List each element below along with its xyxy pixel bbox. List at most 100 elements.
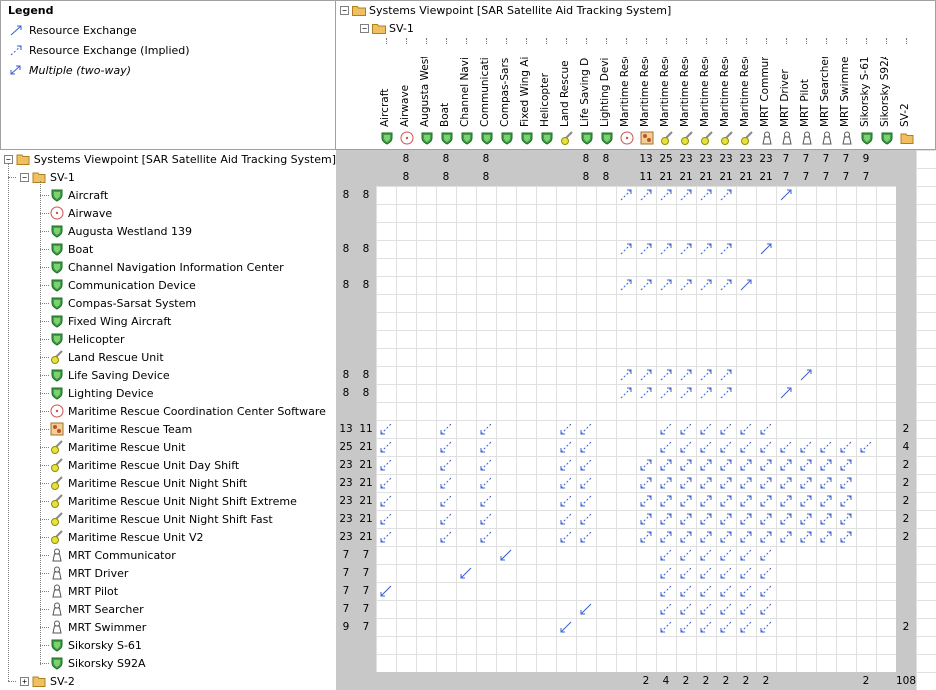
- implied-exchange-icon[interactable]: [757, 546, 775, 564]
- column-total-cell[interactable]: 23: [696, 150, 716, 168]
- implied-exchange-icon[interactable]: [657, 186, 675, 204]
- collapse-icon[interactable]: −: [340, 6, 349, 15]
- implied-exchange-icon[interactable]: [737, 546, 755, 564]
- row-total-cell[interactable]: 7: [356, 582, 376, 600]
- row-total-cell[interactable]: 4: [896, 438, 916, 456]
- implied-exchange-icon[interactable]: [377, 492, 395, 510]
- implied-exchange-icon[interactable]: [617, 240, 635, 258]
- implied-exchange-icon[interactable]: [677, 420, 695, 438]
- row-total-cell[interactable]: 8: [356, 276, 376, 294]
- row-total-cell[interactable]: 13: [336, 420, 356, 438]
- row-total-cell[interactable]: 21: [356, 438, 376, 456]
- column-total-cell[interactable]: 8: [396, 150, 416, 168]
- implied-exchange-icon[interactable]: [757, 618, 775, 636]
- multiple-two-way-icon[interactable]: [777, 456, 795, 474]
- multiple-two-way-icon[interactable]: [777, 474, 795, 492]
- multiple-two-way-icon[interactable]: [837, 528, 855, 546]
- implied-exchange-icon[interactable]: [697, 420, 715, 438]
- multiple-two-way-icon[interactable]: [657, 474, 675, 492]
- implied-exchange-icon[interactable]: [377, 474, 395, 492]
- column-total-cell[interactable]: 21: [656, 168, 676, 186]
- column-header-14[interactable]: Maritime Rescue Ur: [656, 38, 676, 149]
- multiple-two-way-icon[interactable]: [837, 456, 855, 474]
- row-item[interactable]: MRT Swimmer: [0, 618, 336, 636]
- multiple-two-way-icon[interactable]: [657, 510, 675, 528]
- row-item[interactable]: Sikorsky S-61: [0, 636, 336, 654]
- column-total-cell[interactable]: 7: [776, 168, 796, 186]
- row-total-cell[interactable]: 8: [336, 384, 356, 402]
- implied-exchange-icon[interactable]: [697, 384, 715, 402]
- implied-exchange-icon[interactable]: [757, 582, 775, 600]
- sv2-total-cell[interactable]: 2: [856, 672, 876, 690]
- implied-exchange-icon[interactable]: [437, 438, 455, 456]
- row-total-cell[interactable]: 21: [356, 456, 376, 474]
- multiple-two-way-icon[interactable]: [717, 492, 735, 510]
- column-total-cell[interactable]: 21: [716, 168, 736, 186]
- row-total-cell[interactable]: 2: [896, 492, 916, 510]
- row-folder-root[interactable]: − Systems Viewpoint [SAR Satellite Aid Tr…: [0, 150, 336, 168]
- implied-exchange-icon[interactable]: [677, 564, 695, 582]
- column-header-20[interactable]: MRT Driver: [776, 38, 796, 149]
- row-item[interactable]: Life Saving Device: [0, 366, 336, 384]
- multiple-two-way-icon[interactable]: [837, 510, 855, 528]
- implied-exchange-icon[interactable]: [717, 582, 735, 600]
- multiple-two-way-icon[interactable]: [677, 492, 695, 510]
- implied-exchange-icon[interactable]: [697, 438, 715, 456]
- implied-exchange-icon[interactable]: [577, 456, 595, 474]
- column-total-cell[interactable]: 7: [856, 168, 876, 186]
- row-total-cell[interactable]: 21: [356, 510, 376, 528]
- column-sv1-node[interactable]: − SV-1: [360, 22, 414, 35]
- implied-exchange-icon[interactable]: [577, 420, 595, 438]
- implied-exchange-icon[interactable]: [657, 564, 675, 582]
- column-total-cell[interactable]: 21: [756, 168, 776, 186]
- implied-exchange-icon[interactable]: [577, 438, 595, 456]
- implied-exchange-icon[interactable]: [557, 438, 575, 456]
- column-total-cell[interactable]: 7: [776, 150, 796, 168]
- row-total-cell[interactable]: 2: [896, 510, 916, 528]
- implied-exchange-icon[interactable]: [677, 618, 695, 636]
- expand-icon[interactable]: +: [20, 676, 29, 686]
- multiple-two-way-icon[interactable]: [797, 510, 815, 528]
- implied-exchange-icon[interactable]: [657, 384, 675, 402]
- implied-exchange-icon[interactable]: [557, 492, 575, 510]
- row-total-cell[interactable]: 25: [336, 438, 356, 456]
- implied-exchange-icon[interactable]: [637, 366, 655, 384]
- column-header-11[interactable]: Lighting Device: [596, 38, 616, 149]
- multiple-two-way-icon[interactable]: [757, 528, 775, 546]
- implied-exchange-icon[interactable]: [737, 600, 755, 618]
- implied-exchange-icon[interactable]: [657, 582, 675, 600]
- row-item[interactable]: Communication Device: [0, 276, 336, 294]
- implied-exchange-icon[interactable]: [737, 582, 755, 600]
- multiple-two-way-icon[interactable]: [777, 492, 795, 510]
- resource-exchange-icon[interactable]: [737, 276, 755, 294]
- column-total-cell[interactable]: 8: [396, 168, 416, 186]
- implied-exchange-icon[interactable]: [437, 528, 455, 546]
- row-item[interactable]: Maritime Rescue Unit Night Shift Extreme: [0, 492, 336, 510]
- multiple-two-way-icon[interactable]: [717, 474, 735, 492]
- multiple-two-way-icon[interactable]: [697, 456, 715, 474]
- column-header-3[interactable]: Boat: [436, 38, 456, 149]
- implied-exchange-icon[interactable]: [737, 438, 755, 456]
- implied-exchange-icon[interactable]: [697, 600, 715, 618]
- row-total-cell[interactable]: 8: [356, 384, 376, 402]
- row-total-cell[interactable]: 8: [356, 366, 376, 384]
- multiple-two-way-icon[interactable]: [777, 528, 795, 546]
- row-total-cell[interactable]: 8: [336, 276, 356, 294]
- column-total-cell[interactable]: 7: [836, 150, 856, 168]
- column-total-cell[interactable]: 8: [576, 168, 596, 186]
- column-total-cell[interactable]: 11: [636, 168, 656, 186]
- multiple-two-way-icon[interactable]: [737, 510, 755, 528]
- column-total-cell[interactable]: 7: [796, 168, 816, 186]
- implied-exchange-icon[interactable]: [737, 420, 755, 438]
- row-total-cell[interactable]: 7: [336, 564, 356, 582]
- implied-exchange-icon[interactable]: [697, 186, 715, 204]
- row-total-cell[interactable]: 8: [336, 366, 356, 384]
- column-header-0[interactable]: Aircraft: [376, 38, 396, 149]
- implied-exchange-icon[interactable]: [437, 474, 455, 492]
- implied-exchange-icon[interactable]: [717, 186, 735, 204]
- column-total-cell[interactable]: 8: [596, 150, 616, 168]
- sv2-total-cell[interactable]: 4: [656, 672, 676, 690]
- implied-exchange-icon[interactable]: [557, 474, 575, 492]
- sv2-total-cell[interactable]: 2: [636, 672, 656, 690]
- row-total-cell[interactable]: 23: [336, 492, 356, 510]
